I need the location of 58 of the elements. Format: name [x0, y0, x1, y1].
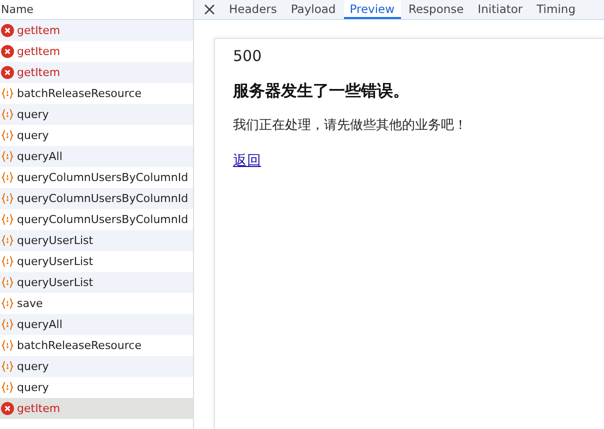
- braces-icon: [1, 297, 14, 310]
- request-row[interactable]: query: [0, 104, 193, 125]
- request-name: queryUserList: [17, 255, 94, 268]
- braces-icon: [1, 234, 14, 247]
- tab[interactable]: Preview: [344, 0, 400, 19]
- braces-icon: [1, 276, 14, 289]
- request-name: query: [17, 360, 49, 373]
- request-row[interactable]: queryUserList: [0, 230, 193, 251]
- braces-icon: [1, 318, 14, 331]
- request-name: queryColumnUsersByColumnId: [17, 213, 188, 226]
- tab[interactable]: Initiator: [472, 0, 529, 19]
- request-name: batchReleaseResource: [17, 87, 142, 100]
- error-icon: [1, 24, 14, 37]
- back-link[interactable]: 返回: [233, 153, 261, 169]
- request-name: getItem: [17, 66, 60, 79]
- request-row[interactable]: queryAll: [0, 146, 193, 167]
- braces-icon: [1, 213, 14, 226]
- request-name: getItem: [17, 45, 60, 58]
- status-code: 500: [233, 47, 263, 65]
- request-row[interactable]: query: [0, 356, 193, 377]
- braces-icon: [1, 381, 14, 394]
- error-message: 我们正在处理，请先做些其他的业务吧！: [233, 117, 468, 134]
- request-name: queryUserList: [17, 234, 94, 247]
- error-icon: [1, 66, 14, 79]
- braces-icon: [1, 360, 14, 373]
- error-icon: [1, 45, 14, 58]
- braces-icon: [1, 87, 14, 100]
- braces-icon: [1, 255, 14, 268]
- request-row[interactable]: queryUserList: [0, 272, 193, 293]
- tab[interactable]: Payload: [284, 0, 342, 19]
- braces-icon: [1, 171, 14, 184]
- tab[interactable]: Timing: [530, 0, 582, 19]
- request-row[interactable]: queryColumnUsersByColumnId: [0, 188, 193, 209]
- braces-icon: [1, 129, 14, 142]
- request-row[interactable]: queryAll: [0, 314, 193, 335]
- request-name: getItem: [17, 402, 60, 415]
- request-name: query: [17, 108, 49, 121]
- request-name: save: [17, 297, 43, 310]
- request-name: queryAll: [17, 150, 62, 163]
- request-name: queryColumnUsersByColumnId: [17, 171, 188, 184]
- error-heading: 服务器发生了一些错误。: [233, 81, 410, 102]
- request-name: batchReleaseResource: [17, 339, 142, 352]
- tab[interactable]: Headers: [223, 0, 283, 19]
- request-name: getItem: [17, 24, 60, 37]
- request-name: queryColumnUsersByColumnId: [17, 192, 188, 205]
- request-name: queryUserList: [17, 276, 94, 289]
- request-row[interactable]: getItem: [0, 20, 193, 41]
- braces-icon: [1, 108, 14, 121]
- tab[interactable]: Response: [402, 0, 470, 19]
- request-row[interactable]: getItem: [0, 62, 193, 83]
- request-row[interactable]: getItem: [0, 398, 193, 419]
- request-name: queryAll: [17, 318, 62, 331]
- request-name: query: [17, 129, 49, 142]
- error-icon: [1, 402, 14, 415]
- braces-icon: [1, 339, 14, 352]
- braces-icon: [1, 150, 14, 163]
- braces-icon: [1, 192, 14, 205]
- request-name: query: [17, 381, 49, 394]
